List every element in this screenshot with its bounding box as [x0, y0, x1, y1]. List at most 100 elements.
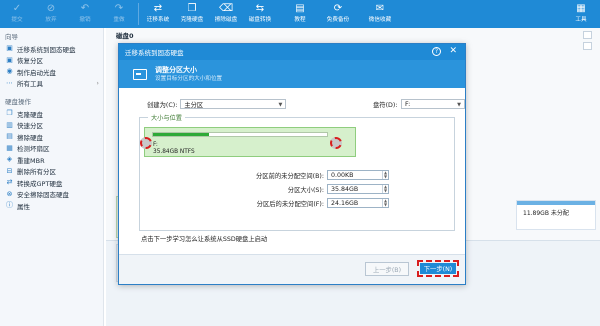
unallocated-card[interactable]: 11.89GB 未分配 [516, 200, 596, 230]
check-icon: ✓ [12, 3, 22, 14]
convert-disk-icon: ⇆ [255, 3, 265, 14]
left-resize-handle[interactable] [140, 137, 152, 149]
dialog-title: 迁移系统到固态硬盘 [125, 49, 184, 57]
sidebar-item-label: 重建MBR [17, 156, 45, 165]
sidebar-item-label: 所有工具 [17, 80, 43, 89]
bootable-media-icon: ◉ [6, 67, 13, 76]
after-space-input[interactable]: 24.16GB ▲ ▼ [327, 198, 389, 208]
after-space-row: 分区后的未分配空间(F): 24.16GB ▲ ▼ [196, 198, 389, 208]
create-as-label: 创建为(C): [147, 101, 178, 109]
sidebar-item-bad-sector[interactable]: ▦ 检测坏扇区 [0, 143, 103, 155]
create-as-select[interactable]: 主分区 ▼ [180, 99, 287, 109]
spinner-icon[interactable]: ▲ ▼ [382, 185, 388, 193]
unallocated-label: 11.89GB 未分配 [523, 210, 569, 217]
bad-sector-icon: ▦ [6, 143, 13, 152]
sidebar-item-label: 制作启动光盘 [17, 68, 56, 77]
help-icon[interactable]: ? [432, 47, 441, 56]
drive-letter-select[interactable]: F: ▼ [401, 99, 465, 109]
sidebar-item-quick-partition[interactable]: ▥ 快速分区 [0, 120, 103, 132]
view-icon[interactable] [583, 42, 592, 50]
partition-size-label: 分区大小(S): [287, 186, 324, 194]
sidebar-item-bootable-media[interactable]: ◉ 制作启动光盘 [0, 66, 103, 78]
before-space-row: 分区前的未分配空间(B): 0.00KB ▲ ▼ [196, 170, 389, 180]
disk-title: 磁盘0 [116, 32, 134, 40]
dialog-header: 调整分区大小 设置目标分区的大小和位置 [119, 60, 465, 88]
wechat-favorite-button[interactable]: ✉ 微信收藏 [359, 0, 401, 28]
spinner-icon[interactable]: ▲ ▼ [382, 199, 388, 207]
sidebar-item-label: 转换成GPT硬盘 [17, 179, 63, 188]
toolbar-divider [138, 3, 139, 25]
sidebar-item-clone-disk[interactable]: ❐ 克隆硬盘 [0, 108, 103, 120]
wechat-icon: ✉ [375, 3, 385, 14]
tools-button[interactable]: ▦ 工具 [564, 0, 598, 28]
delete-all-icon: ⊟ [6, 166, 13, 175]
chevron-right-icon: › [96, 79, 99, 88]
sidebar-item-wipe-disk[interactable]: ▤ 擦除硬盘 [0, 131, 103, 143]
clone-disk-button[interactable]: ❐ 克隆硬盘 [175, 0, 209, 28]
wipe-disk-icon: ⌫ [218, 3, 234, 14]
convert-disk-button[interactable]: ⇆ 磁盘转换 [243, 0, 277, 28]
before-space-input[interactable]: 0.00KB ▲ ▼ [327, 170, 389, 180]
usage-bar-fill [153, 133, 209, 136]
all-tools-icon: ⋯ [6, 78, 13, 87]
sidebar-item-label: 迁移系统到固态硬盘 [17, 45, 76, 54]
header-subtitle: 设置目标分区的大小和位置 [155, 75, 223, 82]
redo-icon: ↷ [114, 3, 124, 14]
discard-button[interactable]: ⊘ 放弃 [34, 0, 68, 28]
right-resize-handle[interactable] [330, 137, 342, 149]
usage-bar [152, 132, 328, 137]
redo-button[interactable]: ↷ 重做 [102, 0, 136, 28]
sidebar-item-label: 删除所有分区 [17, 168, 56, 177]
migrate-os-icon: ⇄ [153, 3, 163, 14]
partition-size-input[interactable]: 35.84GB ▲ ▼ [327, 184, 389, 194]
close-icon[interactable]: ✕ [449, 46, 457, 57]
tutorial-button[interactable]: ▤ 教程 [283, 0, 317, 28]
sidebar-item-all-tools[interactable]: ⋯ 所有工具 › [0, 78, 103, 90]
rebuild-mbr-icon: ◈ [6, 155, 13, 164]
discard-icon: ⊘ [46, 3, 56, 14]
sidebar-item-secure-erase[interactable]: ⊗ 安全擦除固态硬盘 [0, 189, 103, 201]
sidebar-item-label: 快速分区 [17, 122, 43, 131]
sidebar-item-label: 克隆硬盘 [17, 110, 43, 119]
sidebar-item-label: 检测坏扇区 [17, 145, 50, 154]
sidebar-item-recover-partition[interactable]: ▣ 恢复分区 [0, 55, 103, 67]
next-button-highlight: 下一步(N) [417, 260, 459, 277]
chevron-down-icon: ▼ [278, 102, 283, 108]
free-backup-button[interactable]: ⟳ 免费备份 [317, 0, 359, 28]
group-title: 大小与位置 [148, 113, 185, 122]
partition-block[interactable]: F: 35.84GB NTFS [144, 127, 356, 157]
properties-icon: ⓘ [6, 201, 13, 210]
sidebar-item-label: 属性 [17, 202, 30, 211]
next-button[interactable]: 下一步(N) [420, 263, 456, 274]
migrate-os-button[interactable]: ⇄ 迁移系统 [141, 0, 175, 28]
sidebar-item-migrate-ssd[interactable]: ▣ 迁移系统到固态硬盘 [0, 43, 103, 55]
size-position-group: 大小与位置 F: 35.84GB NTFS 分区前的未分配空间(B): 0.00… [139, 113, 455, 231]
tutorial-icon: ▤ [295, 3, 305, 14]
sidebar-item-label: 安全擦除固态硬盘 [17, 191, 69, 200]
quick-partition-icon: ▥ [6, 120, 13, 129]
previous-button[interactable]: 上一步(B) [365, 262, 409, 276]
clone-disk-icon: ❐ [187, 3, 197, 14]
view-icon[interactable] [583, 31, 592, 39]
sidebar-item-properties[interactable]: ⓘ 属性 [0, 200, 103, 212]
undo-button[interactable]: ↶ 撤销 [68, 0, 102, 28]
undo-icon: ↶ [80, 3, 90, 14]
toolbox-icon: ▦ [576, 3, 586, 14]
spinner-icon[interactable]: ▲ ▼ [382, 171, 388, 179]
secure-erase-icon: ⊗ [6, 189, 13, 198]
create-row: 创建为(C): 主分区 ▼ 盘符(D): F: ▼ [147, 99, 465, 109]
dialog-footer: 上一步(B) 下一步(N) [119, 254, 465, 284]
sidebar-item-convert-gpt[interactable]: ⇄ 转换成GPT硬盘 [0, 177, 103, 189]
backup-icon: ⟳ [333, 3, 343, 14]
clone-icon: ❐ [6, 109, 13, 118]
wipe-disk-button[interactable]: ⌫ 擦除磁盘 [209, 0, 243, 28]
partition-size-row: 分区大小(S): 35.84GB ▲ ▼ [196, 184, 389, 194]
partition-letter: F: [153, 142, 158, 148]
migrate-dialog: 迁移系统到固态硬盘 ? ✕ 调整分区大小 设置目标分区的大小和位置 创建为(C)… [118, 43, 466, 285]
sidebar-item-rebuild-mbr[interactable]: ◈ 重建MBR [0, 154, 103, 166]
commit-button[interactable]: ✓ 提交 [0, 0, 34, 28]
migrate-icon: ▣ [6, 44, 13, 53]
drive-letter-label: 盘符(D): [373, 101, 398, 109]
sidebar-item-delete-all[interactable]: ⊟ 删除所有分区 [0, 166, 103, 178]
sidebar: 向导 ▣ 迁移系统到固态硬盘 ▣ 恢复分区 ◉ 制作启动光盘 ⋯ 所有工具 › … [0, 28, 104, 326]
